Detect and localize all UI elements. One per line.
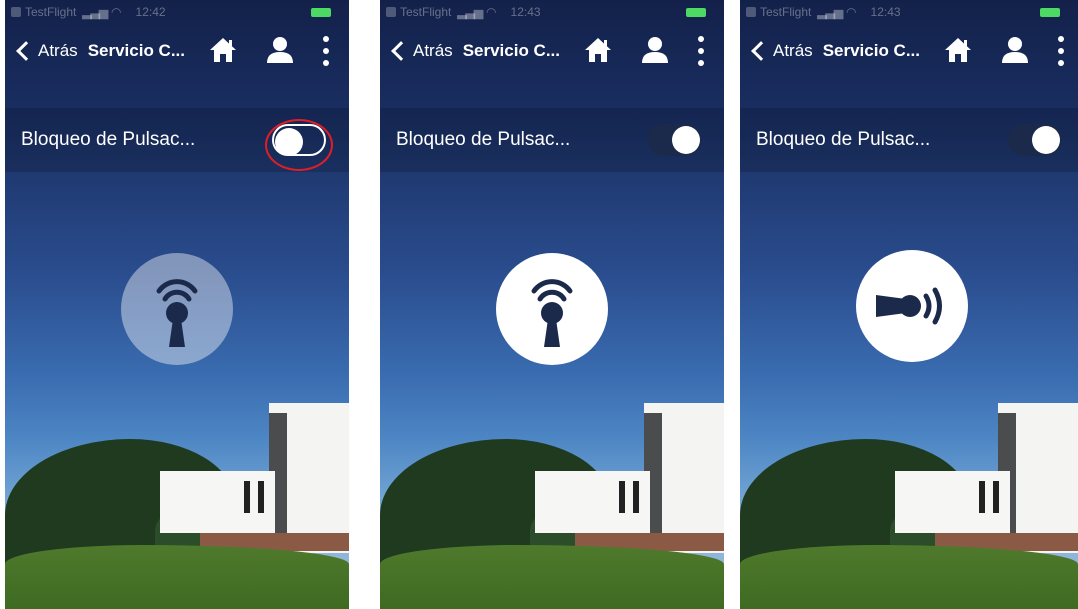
testflight-icon xyxy=(746,7,756,17)
back-chevron-icon[interactable] xyxy=(16,41,36,61)
wifi-icon: ◠ xyxy=(111,5,122,19)
house-background xyxy=(380,389,724,609)
battery-icon xyxy=(1040,8,1060,17)
setting-label: Bloqueo de Pulsac... xyxy=(396,129,571,150)
nav-bar: Atrás Servicio C... xyxy=(380,24,724,78)
signal-icon: ▂▃▅ xyxy=(817,5,843,19)
back-chevron-icon[interactable] xyxy=(751,41,771,61)
setting-label: Bloqueo de Pulsac... xyxy=(756,129,931,150)
status-app-name: TestFlight xyxy=(25,5,77,19)
status-app-name: TestFlight xyxy=(400,5,452,19)
status-bar: TestFlight ▂▃▅ ◠ 12:43 xyxy=(380,0,724,24)
lock-toggle[interactable] xyxy=(1008,124,1062,156)
page-title: Servicio C... xyxy=(462,41,561,60)
status-bar: TestFlight ▂▃▅ ◠ 12:42 xyxy=(5,0,349,24)
phone-screen-2: TestFlight ▂▃▅ ◠ 12:43 Atrás Servicio C.… xyxy=(380,0,724,609)
wifi-icon: ◠ xyxy=(846,5,857,19)
home-icon[interactable] xyxy=(209,37,237,63)
action-button[interactable] xyxy=(121,253,233,365)
testflight-icon xyxy=(386,7,396,17)
action-button[interactable] xyxy=(496,253,608,365)
user-icon[interactable] xyxy=(1001,36,1029,64)
status-time: 12:42 xyxy=(135,5,166,19)
user-icon[interactable] xyxy=(266,36,294,64)
status-bar: TestFlight ▂▃▅ ◠ 12:43 xyxy=(740,0,1078,24)
horn-sound-icon xyxy=(876,287,942,325)
signal-icon: ▂▃▅ xyxy=(82,5,108,19)
highlight-circle xyxy=(265,119,333,171)
nav-bar: Atrás Servicio C... xyxy=(740,24,1078,78)
toggle-knob xyxy=(1032,126,1060,154)
back-button[interactable]: Atrás xyxy=(413,41,453,61)
battery-icon xyxy=(311,8,331,17)
setting-row: Bloqueo de Pulsac... xyxy=(740,108,1078,172)
back-button[interactable]: Atrás xyxy=(38,41,78,61)
keyhole-broadcast-icon xyxy=(531,279,573,347)
testflight-icon xyxy=(11,7,21,17)
house-background xyxy=(5,389,349,609)
home-icon[interactable] xyxy=(584,37,612,63)
action-button[interactable] xyxy=(856,250,968,362)
back-chevron-icon[interactable] xyxy=(391,41,411,61)
back-button[interactable]: Atrás xyxy=(773,41,813,61)
house-background xyxy=(740,389,1078,609)
keyhole-broadcast-icon xyxy=(156,279,198,347)
status-time: 12:43 xyxy=(510,5,541,19)
user-icon[interactable] xyxy=(641,36,669,64)
lock-toggle[interactable] xyxy=(648,124,702,156)
toggle-knob xyxy=(672,126,700,154)
setting-row: Bloqueo de Pulsac... xyxy=(380,108,724,172)
status-time: 12:43 xyxy=(870,5,901,19)
battery-icon xyxy=(686,8,706,17)
setting-label: Bloqueo de Pulsac... xyxy=(21,129,196,150)
wifi-icon: ◠ xyxy=(486,5,497,19)
signal-icon: ▂▃▅ xyxy=(457,5,483,19)
more-vertical-icon[interactable] xyxy=(1058,36,1064,66)
page-title: Servicio C... xyxy=(87,41,186,60)
status-app-name: TestFlight xyxy=(760,5,812,19)
home-icon[interactable] xyxy=(944,37,972,63)
more-vertical-icon[interactable] xyxy=(698,36,704,66)
page-title: Servicio C... xyxy=(822,41,921,60)
nav-bar: Atrás Servicio C... xyxy=(5,24,349,78)
more-vertical-icon[interactable] xyxy=(323,36,329,66)
phone-screen-1: TestFlight ▂▃▅ ◠ 12:42 Atrás Servicio C.… xyxy=(5,0,349,609)
phone-screen-3: TestFlight ▂▃▅ ◠ 12:43 Atrás Servicio C.… xyxy=(740,0,1078,609)
